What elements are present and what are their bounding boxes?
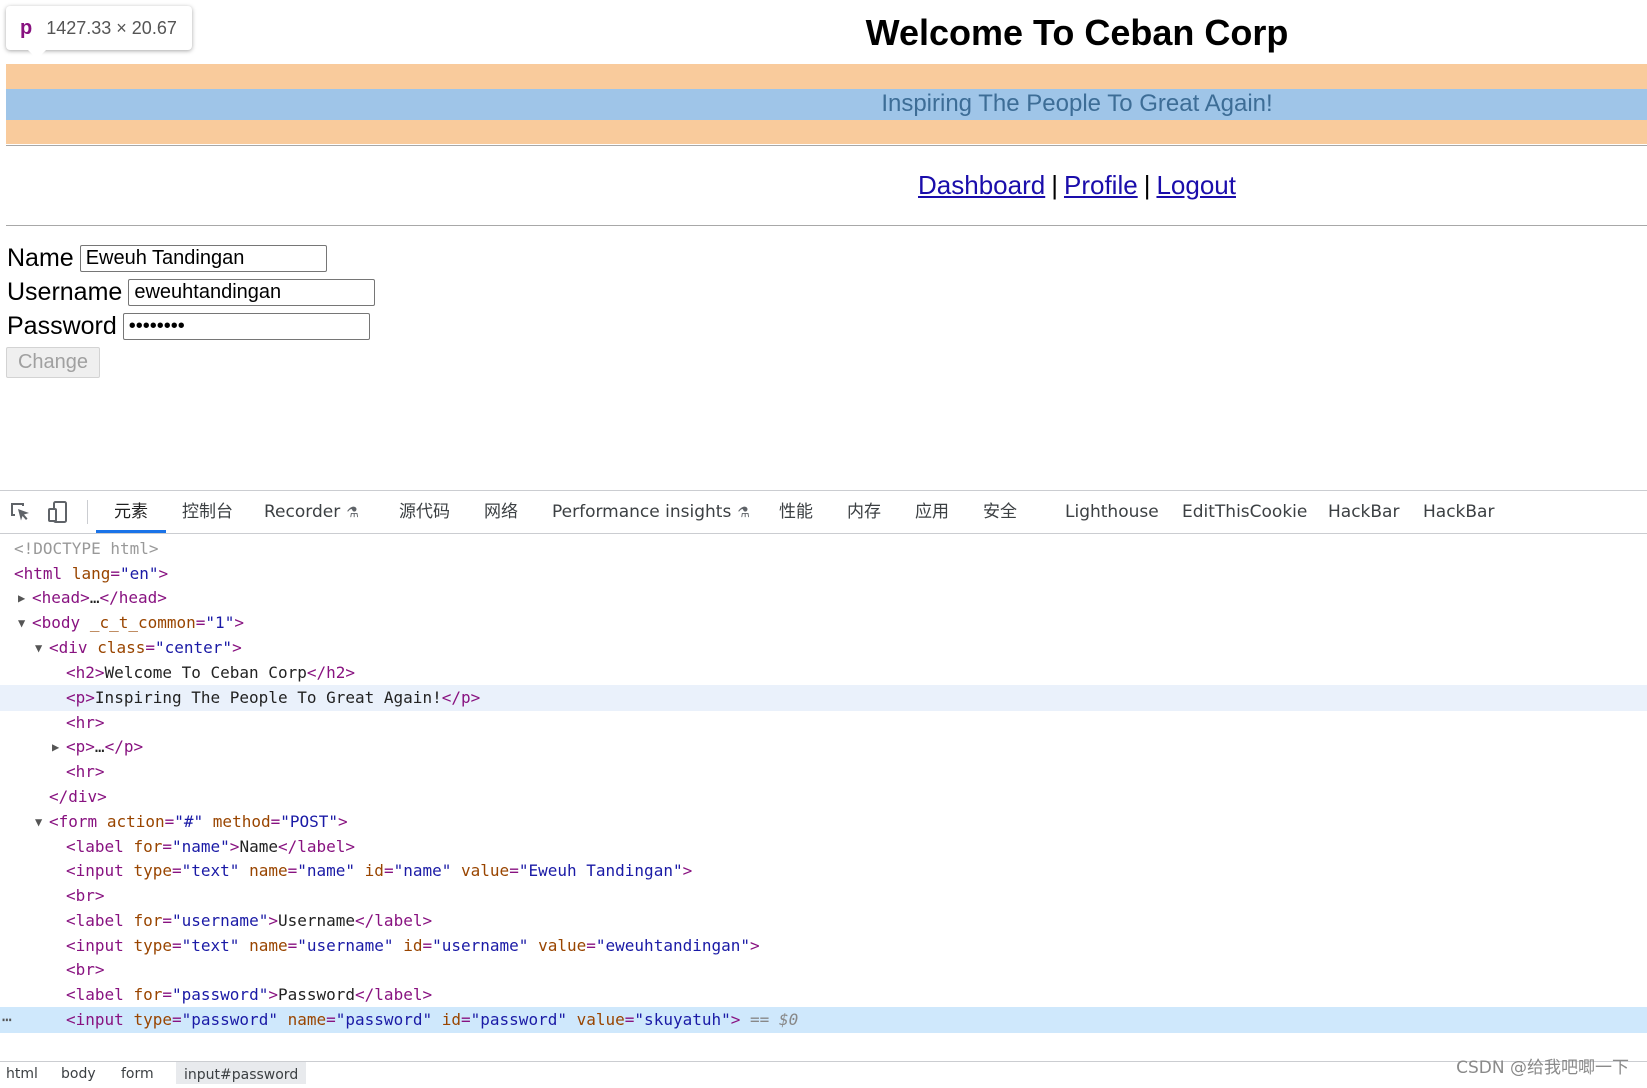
tab-label: 控制台: [182, 502, 233, 522]
element-inspect-tooltip: p 1427.33 × 20.67: [6, 6, 192, 59]
dom-form-node[interactable]: ▼ <form action="#" method="POST">: [0, 809, 1647, 835]
dom-input-username[interactable]: <input type="text" name="username" id="u…: [0, 933, 1647, 959]
nav-links: Dashboard | Profile | Logout: [0, 170, 1647, 201]
password-row: Password: [7, 311, 370, 341]
dom-head-node[interactable]: ▶ <head>…</head>: [0, 585, 1647, 611]
tab-network[interactable]: 网络: [466, 491, 536, 533]
device-toolbar-icon[interactable]: [46, 500, 70, 524]
more-options-icon[interactable]: ⋯: [2, 1007, 12, 1033]
experiment-flask-icon: ⚗: [737, 505, 750, 521]
tab-elements[interactable]: 元素: [96, 491, 166, 533]
devtools-toolbar: 元素 控制台 Recorder ⚗ 源代码 网络 Performance insights ⚗…: [0, 491, 1647, 534]
logout-link[interactable]: Logout: [1156, 170, 1236, 200]
name-row: Name: [7, 243, 327, 273]
tooltip-dimensions: 1427.33 × 20.67: [46, 17, 177, 38]
tab-label: Recorder: [264, 502, 341, 522]
tab-label: 应用: [915, 502, 949, 522]
tab-label: Lighthouse: [1065, 502, 1159, 522]
tab-label: 元素: [114, 502, 148, 522]
dom-br-node[interactable]: <br>: [0, 957, 1647, 983]
dom-div-close[interactable]: </div>: [0, 784, 1647, 810]
devtools-panel: 元素 控制台 Recorder ⚗ 源代码 网络 Performance insights ⚗…: [0, 490, 1647, 1084]
password-input[interactable]: [122, 312, 370, 340]
name-input[interactable]: [79, 244, 327, 272]
dom-input-password-selected[interactable]: ⋯ <input type="password" name="password" …: [0, 1007, 1647, 1033]
dom-hr-node[interactable]: <hr>: [0, 759, 1647, 785]
dom-label-password[interactable]: <label for="password">Password</label>: [0, 982, 1647, 1008]
username-row: Username: [7, 277, 376, 307]
experiment-flask-icon: ⚗: [346, 505, 359, 521]
breadcrumb: html body form input#password: [0, 1061, 1647, 1084]
dom-html-node[interactable]: <html lang="en">: [0, 561, 1647, 587]
name-label: Name: [7, 243, 74, 272]
tab-console[interactable]: 控制台: [164, 491, 251, 533]
toolbar-separator: [87, 500, 88, 524]
username-label: Username: [7, 277, 123, 306]
tab-hackbar[interactable]: HackBar: [1310, 491, 1417, 533]
dom-label-username[interactable]: <label for="username">Username</label>: [0, 908, 1647, 934]
dom-br-node[interactable]: <br>: [0, 883, 1647, 909]
tab-security[interactable]: 安全: [965, 491, 1035, 533]
tab-label: HackBar: [1423, 502, 1495, 522]
dom-div-node[interactable]: ▼ <div class="center">: [0, 635, 1647, 661]
dom-input-name[interactable]: <input type="text" name="name" id="name"…: [0, 858, 1647, 884]
dom-label-name[interactable]: <label for="name">Name</label>: [0, 834, 1647, 860]
tab-label: 内存: [847, 502, 881, 522]
nav-separator: |: [1051, 170, 1058, 200]
breadcrumb-item[interactable]: body: [61, 1066, 96, 1082]
tab-label: EditThisCookie: [1182, 502, 1308, 522]
tab-label: 安全: [983, 502, 1017, 522]
dashboard-link[interactable]: Dashboard: [918, 170, 1045, 200]
tab-application[interactable]: 应用: [897, 491, 967, 533]
tab-lighthouse[interactable]: Lighthouse: [1047, 491, 1177, 533]
page-title: Welcome To Ceban Corp: [865, 12, 1289, 53]
nav-separator: |: [1143, 170, 1151, 200]
expand-triangle-icon[interactable]: ▶: [52, 734, 59, 760]
tooltip-tag: p: [20, 16, 33, 39]
inspect-element-icon[interactable]: [8, 500, 32, 524]
tab-memory[interactable]: 内存: [829, 491, 899, 533]
dom-p-node-collapsed[interactable]: ▶ <p>…</p>: [0, 734, 1647, 760]
dom-doctype[interactable]: <!DOCTYPE html>: [0, 536, 1647, 562]
tab-performance-insights[interactable]: Performance insights ⚗: [534, 491, 768, 533]
profile-link[interactable]: Profile: [1064, 170, 1138, 200]
tab-performance[interactable]: 性能: [761, 491, 831, 533]
expand-triangle-icon[interactable]: ▶: [18, 585, 25, 611]
tab-label: HackBar: [1328, 502, 1400, 522]
collapse-triangle-icon[interactable]: ▼: [18, 610, 25, 636]
breadcrumb-item[interactable]: html: [6, 1066, 38, 1082]
username-input[interactable]: [128, 278, 376, 306]
page-tagline: Inspiring The People To Great Again!: [881, 90, 1273, 117]
dom-tree[interactable]: <!DOCTYPE html> <html lang="en"> ▶ <head>…: [0, 534, 1647, 1054]
tab-label: Performance insights: [552, 502, 732, 522]
tab-label: 网络: [484, 502, 518, 522]
tab-label: 源代码: [399, 502, 450, 522]
tab-recorder[interactable]: Recorder ⚗: [246, 491, 377, 533]
breadcrumb-item[interactable]: input#password: [176, 1062, 307, 1084]
tab-editthiscookie[interactable]: EditThisCookie: [1164, 491, 1325, 533]
divider-bottom: [6, 225, 1647, 226]
collapse-triangle-icon[interactable]: ▼: [35, 809, 42, 835]
tab-hackbar-2[interactable]: HackBar: [1405, 491, 1512, 533]
breadcrumb-item[interactable]: form: [121, 1066, 154, 1082]
divider-top: [6, 145, 1647, 146]
password-label: Password: [7, 311, 117, 340]
collapse-triangle-icon[interactable]: ▼: [35, 635, 42, 661]
dom-body-node[interactable]: ▼ <body _c_t_common="1">: [0, 610, 1647, 636]
dom-hr-node[interactable]: <hr>: [0, 710, 1647, 736]
dom-p-node-hovered[interactable]: <p>Inspiring The People To Great Again!<…: [0, 685, 1647, 711]
web-page: Welcome To Ceban Corp Inspiring The Peop…: [0, 0, 1647, 490]
tab-label: 性能: [779, 502, 813, 522]
change-button[interactable]: Change: [6, 347, 100, 378]
dom-h2-node[interactable]: <h2>Welcome To Ceban Corp</h2>: [0, 660, 1647, 686]
watermark: CSDN @给我吧唧一下: [1456, 1058, 1629, 1078]
tab-sources[interactable]: 源代码: [381, 491, 468, 533]
